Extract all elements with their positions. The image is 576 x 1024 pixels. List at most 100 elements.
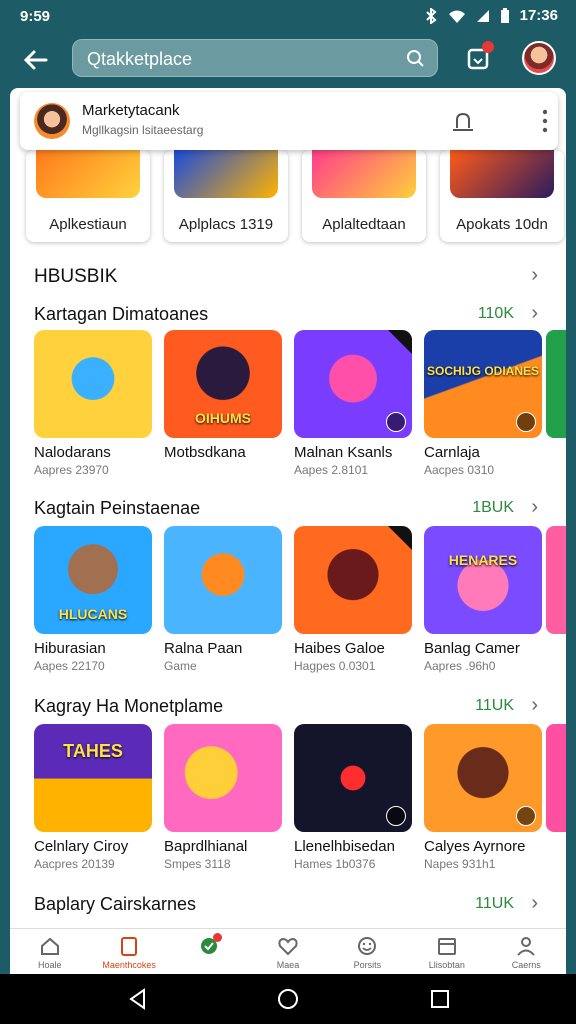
top-app-card[interactable]: Aplaltedtaan bbox=[302, 150, 426, 242]
app-art-text: SOCHIJG ODIANES bbox=[426, 364, 540, 378]
app-name: Hiburasian bbox=[34, 640, 106, 657]
app-tile[interactable]: Llenelhbisedan Hames 1b0376 bbox=[294, 724, 412, 871]
app-image bbox=[164, 724, 282, 832]
chevron-right-icon[interactable]: › bbox=[531, 302, 538, 325]
app-name: Baprdlhianal bbox=[164, 838, 248, 855]
more-vert-icon[interactable] bbox=[540, 108, 550, 134]
system-nav-bar bbox=[0, 974, 576, 1024]
badge-icon bbox=[516, 806, 536, 826]
recents-square-icon[interactable] bbox=[428, 987, 452, 1011]
badge-icon bbox=[386, 806, 406, 826]
top-app-card[interactable]: Aplkestiaun bbox=[26, 150, 150, 242]
notification-dot bbox=[212, 933, 222, 942]
app-image bbox=[424, 724, 542, 832]
app-bar: Qtakketplace bbox=[0, 32, 576, 90]
app-art-text: OIHUMS bbox=[195, 410, 251, 426]
signal-icon bbox=[476, 9, 489, 22]
user-avatar[interactable] bbox=[522, 41, 556, 75]
section-title: Kagray Ha Monetplame bbox=[34, 696, 224, 716]
nav-label: Hoale bbox=[37, 960, 62, 970]
back-triangle-icon[interactable] bbox=[126, 987, 150, 1011]
app-tile[interactable]: Nalodarans Aapres 23970 bbox=[34, 330, 152, 477]
nav-library[interactable]: Llisobtan bbox=[407, 929, 486, 974]
section-count: 11UK bbox=[475, 895, 514, 912]
book-icon bbox=[121, 937, 138, 956]
app-image bbox=[294, 724, 412, 832]
section-title: HBUSBIK bbox=[34, 266, 118, 287]
chevron-right-icon[interactable]: › bbox=[531, 496, 538, 519]
app-art-text: TAHES bbox=[63, 741, 123, 761]
app-tile[interactable]: Calyes Ayrnore Napes 931h1 bbox=[424, 724, 542, 871]
nav-label: Porsits bbox=[353, 960, 382, 970]
app-tile[interactable]: Ralna Paan Game bbox=[164, 526, 282, 673]
nav-favorites[interactable]: Maea bbox=[248, 929, 327, 974]
home-circle-icon[interactable] bbox=[276, 987, 300, 1011]
app-image bbox=[294, 526, 412, 634]
app-tile[interactable]: SOCHIJG ODIANES Carnlaja Aacpes 0310 bbox=[424, 330, 542, 477]
arrow-left-icon[interactable] bbox=[20, 44, 52, 76]
search-text[interactable]: Qtakketplace bbox=[87, 49, 192, 70]
app-tile[interactable]: HLUCANS Hiburasian Aapes 22170 bbox=[34, 526, 152, 673]
app-image: HLUCANS bbox=[34, 526, 152, 634]
app-tile[interactable]: Baprdlhianal Smpes 3118 bbox=[164, 724, 282, 871]
nav-explore[interactable] bbox=[169, 929, 248, 974]
app-tile[interactable]: OIHUMS Motbsdkana bbox=[164, 330, 282, 477]
app-tile[interactable]: TAHES Celnlary Ciroy Aacpres 20139 bbox=[34, 724, 152, 871]
app-tile[interactable]: HENARES Banlag Camer Aapres .96h0 bbox=[424, 526, 542, 673]
badge-icon bbox=[516, 412, 536, 432]
status-time-left: 9:59 bbox=[20, 8, 51, 25]
section-count: 110K bbox=[477, 305, 514, 322]
app-meta: Game bbox=[164, 659, 197, 673]
section-count: 1BUK bbox=[472, 499, 514, 516]
app-meta: Aapres 23970 bbox=[34, 463, 109, 477]
app-meta: Aapes 22170 bbox=[34, 659, 105, 673]
top-app-card[interactable]: Aplplacs 1319 bbox=[164, 150, 288, 242]
app-name: Ralna Paan bbox=[164, 640, 243, 657]
nav-home[interactable]: Hoale bbox=[10, 929, 89, 974]
account-avatar bbox=[34, 103, 70, 139]
app-image: HENARES bbox=[424, 526, 542, 634]
nav-profile[interactable]: Caerns bbox=[487, 929, 566, 974]
app-tile[interactable]: Haibes Galoe Hagpes 0.0301 bbox=[294, 526, 412, 673]
top-apps-row: Aplkestiaun Aplplacs 1319 Aplaltedtaan A… bbox=[26, 150, 564, 242]
app-artwork bbox=[312, 150, 416, 198]
app-row: Nalodarans Aapres 23970 OIHUMS Motbsdkan… bbox=[34, 330, 542, 477]
smile-icon bbox=[358, 937, 377, 955]
battery-icon bbox=[500, 7, 509, 23]
chevron-right-icon[interactable]: › bbox=[531, 694, 538, 717]
account-subtitle: Mgllkagsin lsitaeestarg bbox=[82, 123, 204, 137]
bluetooth-icon bbox=[425, 7, 437, 24]
calendar-icon bbox=[437, 938, 456, 955]
chevron-right-icon[interactable]: › bbox=[531, 892, 538, 915]
app-row: HLUCANS Hiburasian Aapes 22170 Ralna Paa… bbox=[34, 526, 542, 673]
app-meta: Hames 1b0376 bbox=[294, 857, 376, 871]
nav-marketplace[interactable]: Maenthcokes bbox=[89, 929, 168, 974]
app-label: Aplaltedtaan bbox=[322, 216, 406, 233]
chevron-right-icon[interactable]: › bbox=[531, 264, 538, 287]
nav-label: Caerns bbox=[511, 960, 541, 970]
status-bar: 9:59 17:36 bbox=[0, 0, 576, 32]
app-name: Calyes Ayrnore bbox=[424, 838, 526, 855]
app-meta: Smpes 3118 bbox=[164, 857, 231, 871]
app-image bbox=[34, 330, 152, 438]
corner-tag bbox=[388, 526, 412, 550]
app-tile[interactable]: Malnan Ksanls Aapes 2.8101 bbox=[294, 330, 412, 477]
account-card[interactable]: Marketytacank Mgllkagsin lsitaeestarg bbox=[20, 92, 558, 150]
search-icon[interactable] bbox=[405, 48, 425, 68]
app-label: Apokats 10dn bbox=[456, 216, 548, 233]
app-row: TAHES Celnlary Ciroy Aacpres 20139 Baprd… bbox=[34, 724, 542, 871]
section-title: Kartagan Dimatoanes bbox=[34, 304, 209, 324]
nav-social[interactable]: Porsits bbox=[328, 929, 407, 974]
app-meta: Aapes 2.8101 bbox=[294, 463, 369, 477]
inbox-icon[interactable] bbox=[462, 41, 496, 75]
app-image: TAHES bbox=[34, 724, 152, 832]
bottom-nav: Hoale Maenthcokes Maea Porsits Llisobtan… bbox=[10, 928, 566, 974]
app-name: Llenelhbisedan bbox=[294, 838, 395, 855]
app-label: Aplplacs 1319 bbox=[178, 216, 274, 233]
app-image: OIHUMS bbox=[164, 330, 282, 438]
main-content: Aplkestiaun Aplplacs 1319 Aplaltedtaan A… bbox=[10, 88, 566, 930]
top-app-card[interactable]: Apokats 10dn bbox=[440, 150, 564, 242]
search-bar[interactable]: Qtakketplace bbox=[72, 39, 438, 77]
edit-icon[interactable] bbox=[450, 110, 476, 132]
app-meta: Aacpres 20139 bbox=[34, 857, 115, 871]
